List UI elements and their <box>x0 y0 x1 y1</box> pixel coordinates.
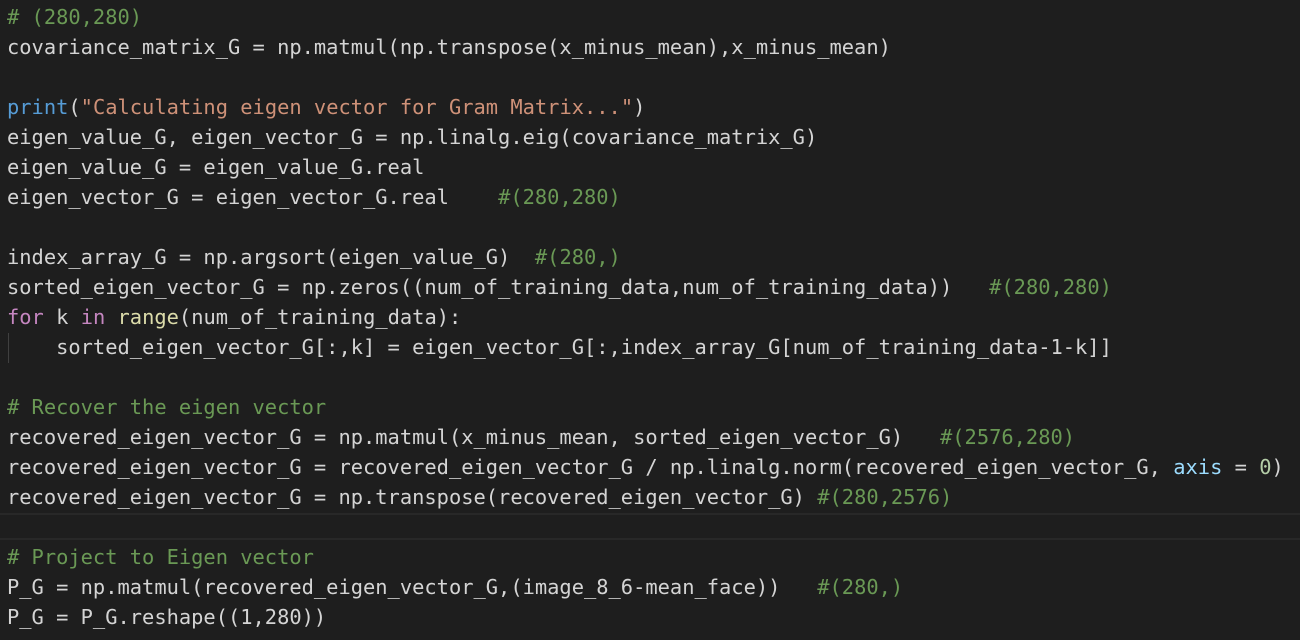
code-token: P_G = np.matmul(recovered_eigen_vector_G… <box>7 575 818 599</box>
code-token: for <box>7 305 44 329</box>
code-token: eigen_value_G, eigen_vector_G = np.linal… <box>7 125 818 149</box>
code-line[interactable]: eigen_value_G = eigen_value_G.real <box>7 152 424 182</box>
code-token: #(2576,280) <box>940 425 1076 449</box>
code-token: "Calculating eigen vector for Gram Matri… <box>80 95 634 119</box>
code-token: covariance_matrix_G = np.matmul(np.trans… <box>7 35 891 59</box>
code-line[interactable]: recovered_eigen_vector_G = np.transpose(… <box>7 482 952 512</box>
code-token: in <box>80 305 106 329</box>
code-editor[interactable]: # (280,280) covariance_matrix_G = np.matm… <box>0 0 1300 640</box>
code-line[interactable]: # Project to Eigen vector <box>7 542 314 572</box>
code-token: (num_of_training_data): <box>178 305 462 329</box>
code-token: recovered_eigen_vector_G = recovered_eig… <box>7 455 1174 479</box>
code-token: k <box>43 305 81 329</box>
code-line[interactable]: index_array_G = np.argsort(eigen_value_G… <box>7 242 621 272</box>
code-token: = <box>1222 455 1260 479</box>
code-line[interactable]: recovered_eigen_vector_G = recovered_eig… <box>7 452 1284 482</box>
code-token: axis <box>1173 455 1223 479</box>
code-line[interactable]: # (280,280) <box>7 2 142 32</box>
code-line[interactable]: P_G = P_G.reshape((1,280)) <box>7 602 326 632</box>
code-token: #(280,) <box>534 245 621 269</box>
code-token: 0 <box>1259 455 1272 479</box>
code-line[interactable]: eigen_value_G, eigen_vector_G = np.linal… <box>7 122 817 152</box>
current-line-highlight-bottom <box>0 538 1300 540</box>
code-token: eigen_value_G = eigen_value_G.real <box>7 155 425 179</box>
code-line[interactable]: eigen_vector_G = eigen_vector_G.real #(2… <box>7 182 621 212</box>
code-token: P_G = P_G.reshape((1,280)) <box>7 605 327 629</box>
code-token: print <box>7 95 69 119</box>
code-token: # (280,280) <box>7 5 143 29</box>
code-line[interactable]: for k in range(num_of_training_data): <box>7 302 461 332</box>
code-line[interactable]: sorted_eigen_vector_G[:,k] = eigen_vecto… <box>7 332 1112 362</box>
code-token: index_array_G = np.argsort(eigen_value_G… <box>7 245 535 269</box>
code-token: #(280,280) <box>989 275 1112 299</box>
code-token: #(280,280) <box>498 185 621 209</box>
code-token: sorted_eigen_vector_G = np.zeros((num_of… <box>7 275 990 299</box>
code-token: #(280,) <box>817 575 904 599</box>
code-token: eigen_vector_G = eigen_vector_G.real <box>7 185 499 209</box>
code-line[interactable]: recovered_eigen_vector_G = np.matmul(x_m… <box>7 422 1075 452</box>
code-line[interactable]: # Recover the eigen vector <box>7 392 326 422</box>
code-token: # Recover the eigen vector <box>7 395 327 419</box>
code-token: ) <box>1271 455 1284 479</box>
current-line-highlight-top <box>0 513 1300 515</box>
code-token: sorted_eigen_vector_G[:,k] = eigen_vecto… <box>7 335 1112 359</box>
code-token: ) <box>633 95 646 119</box>
code-line[interactable]: sorted_eigen_vector_G = np.zeros((num_of… <box>7 272 1112 302</box>
code-token: range <box>117 305 179 329</box>
code-token: recovered_eigen_vector_G = np.transpose(… <box>7 485 818 509</box>
code-token: recovered_eigen_vector_G = np.matmul(x_m… <box>7 425 940 449</box>
code-token: # Project to Eigen vector <box>7 545 314 569</box>
code-token: #(280,2576) <box>817 485 953 509</box>
code-token: ( <box>68 95 81 119</box>
code-line[interactable]: P_G = np.matmul(recovered_eigen_vector_G… <box>7 572 903 602</box>
code-line[interactable]: print("Calculating eigen vector for Gram… <box>7 92 645 122</box>
code-line[interactable]: covariance_matrix_G = np.matmul(np.trans… <box>7 32 891 62</box>
